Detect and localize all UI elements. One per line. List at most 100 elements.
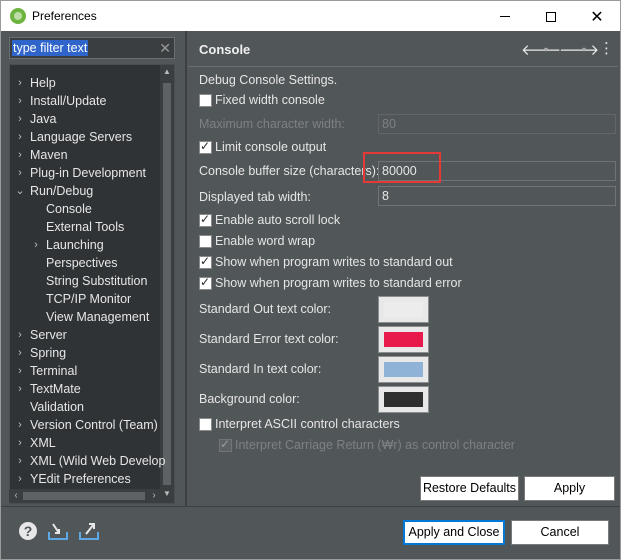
apply-and-close-button[interactable]: Apply and Close xyxy=(403,520,505,545)
show-stdout-checkbox[interactable] xyxy=(199,254,212,269)
tree-item-label: Launching xyxy=(46,238,104,252)
tree-item-label: Server xyxy=(30,328,67,342)
carriage-return-checkbox xyxy=(219,437,232,452)
window-title: Preferences xyxy=(32,9,97,23)
std-in-color-button[interactable] xyxy=(378,356,429,383)
tree-item-label: External Tools xyxy=(46,220,125,234)
window-controls: ✕ xyxy=(482,1,620,32)
max-width-label: Maximum character width: xyxy=(199,117,345,131)
std-err-color-button[interactable] xyxy=(378,326,429,353)
footer-divider xyxy=(1,506,620,507)
tree-item-label: TCP/IP Monitor xyxy=(46,292,132,306)
tree-vertical-scrollbar[interactable]: ▲ ▼ xyxy=(160,65,174,503)
tree-item-label: Run/Debug xyxy=(30,184,94,198)
chevron-right-icon[interactable]: › xyxy=(14,362,26,380)
tree-item-label: Version Control (Team) xyxy=(30,418,158,432)
highlight-annotation xyxy=(363,152,441,183)
std-err-color-label: Standard Error text color: xyxy=(199,332,339,346)
tree-item-label: TextMate xyxy=(30,382,81,396)
chevron-right-icon[interactable]: › xyxy=(14,470,26,488)
chevron-right-icon[interactable]: › xyxy=(14,380,26,398)
tree-horizontal-scroll-thumb[interactable] xyxy=(23,492,145,500)
clear-filter-icon[interactable]: ✕ xyxy=(159,39,171,57)
forward-dropdown-icon[interactable]: ▾ xyxy=(582,45,586,54)
auto-scroll-label: Enable auto scroll lock xyxy=(215,213,341,227)
app-icon xyxy=(10,8,26,24)
back-dropdown-icon[interactable]: ▾ xyxy=(544,45,548,54)
chevron-right-icon[interactable]: › xyxy=(30,236,42,254)
std-err-color-swatch xyxy=(384,332,423,347)
dialog-body: type filter text ✕ ▲ ▼ › Help › Install/Upd… xyxy=(0,31,621,560)
chevron-right-icon[interactable]: › xyxy=(14,326,26,344)
max-width-field: 80 xyxy=(378,114,616,134)
ascii-control-checkbox[interactable] xyxy=(199,418,212,431)
show-stderr-label: Show when program writes to standard err… xyxy=(215,276,462,290)
minimize-button[interactable] xyxy=(482,1,528,32)
bg-color-label: Background color: xyxy=(199,392,300,406)
back-arrow-icon[interactable]: 🡐 xyxy=(521,40,561,59)
bg-color-button[interactable] xyxy=(378,386,429,413)
forward-arrow-icon[interactable]: 🡒 xyxy=(559,40,599,59)
maximize-button[interactable] xyxy=(528,1,574,32)
page-header: Console 🡐 ▾ 🡒 ▾ ⋮ xyxy=(188,37,616,64)
view-menu-icon[interactable]: ⋮ xyxy=(599,39,614,57)
chevron-right-icon[interactable]: › xyxy=(14,164,26,182)
fixed-width-checkbox[interactable] xyxy=(199,94,212,107)
scroll-down-icon[interactable]: ▼ xyxy=(160,489,174,498)
cancel-button[interactable]: Cancel xyxy=(511,520,609,545)
tree-horizontal-scrollbar[interactable]: ‹ › xyxy=(9,489,161,503)
tree-item-label: String Substitution xyxy=(46,274,148,288)
ascii-control-label: Interpret ASCII control characters xyxy=(215,417,400,431)
help-icon[interactable]: ? xyxy=(18,521,38,541)
fixed-width-label: Fixed width console xyxy=(215,93,325,107)
tree-item-label: Perspectives xyxy=(46,256,118,270)
filter-input[interactable]: type filter text ✕ xyxy=(9,37,175,59)
tree-item-label: Terminal xyxy=(30,364,78,378)
tree-item-label: XML xyxy=(30,436,56,450)
chevron-right-icon[interactable]: › xyxy=(14,128,26,146)
scroll-up-icon[interactable]: ▲ xyxy=(160,67,174,76)
chevron-right-icon[interactable]: › xyxy=(14,110,26,128)
scroll-left-icon[interactable]: ‹ xyxy=(9,489,23,503)
import-icon[interactable] xyxy=(47,520,69,542)
export-icon[interactable] xyxy=(78,520,100,542)
tree-vertical-scroll-thumb[interactable] xyxy=(163,83,171,485)
chevron-right-icon[interactable]: › xyxy=(14,74,26,92)
apply-button[interactable]: Apply xyxy=(524,476,615,501)
tree-item-label: Help xyxy=(30,76,56,90)
chevron-down-icon[interactable]: ⌄ xyxy=(14,182,26,200)
chevron-right-icon[interactable]: › xyxy=(14,416,26,434)
chevron-right-icon[interactable]: › xyxy=(14,344,26,362)
std-out-color-swatch xyxy=(384,302,423,317)
page-title: Console xyxy=(199,42,251,57)
pane-splitter[interactable] xyxy=(185,31,187,506)
limit-output-label: Limit console output xyxy=(215,140,327,154)
show-stderr-checkbox[interactable] xyxy=(199,275,212,290)
tree-item-label: Java xyxy=(30,112,57,126)
tree-item-label: Spring xyxy=(30,346,67,360)
chevron-right-icon[interactable]: › xyxy=(14,92,26,110)
tree-item-label: YEdit Preferences xyxy=(30,472,131,486)
chevron-right-icon[interactable]: › xyxy=(14,452,26,470)
header-divider xyxy=(188,66,618,67)
close-button[interactable]: ✕ xyxy=(574,1,620,32)
tree-item-label: Language Servers xyxy=(30,130,133,144)
auto-scroll-checkbox[interactable] xyxy=(199,212,212,227)
limit-output-checkbox[interactable] xyxy=(199,139,212,154)
scroll-right-icon[interactable]: › xyxy=(147,489,161,503)
tree-item-label: Install/Update xyxy=(30,94,107,108)
restore-defaults-button[interactable]: Restore Defaults xyxy=(420,476,519,501)
tab-width-field[interactable]: 8 xyxy=(378,186,616,206)
maximize-icon xyxy=(546,11,556,22)
buffer-size-label: Console buffer size (characters): xyxy=(199,164,380,178)
chevron-right-icon[interactable]: › xyxy=(14,146,26,164)
chevron-right-icon[interactable]: › xyxy=(14,434,26,452)
filter-text: type filter text xyxy=(12,40,89,56)
std-in-color-label: Standard In text color: xyxy=(199,362,322,376)
std-out-color-button[interactable] xyxy=(378,296,429,323)
section-intro: Debug Console Settings. xyxy=(199,73,338,87)
std-out-color-label: Standard Out text color: xyxy=(199,302,332,316)
close-icon: ✕ xyxy=(590,8,604,26)
tree-item-label: XML (Wild Web Develop xyxy=(30,454,166,468)
word-wrap-checkbox[interactable] xyxy=(199,235,212,248)
